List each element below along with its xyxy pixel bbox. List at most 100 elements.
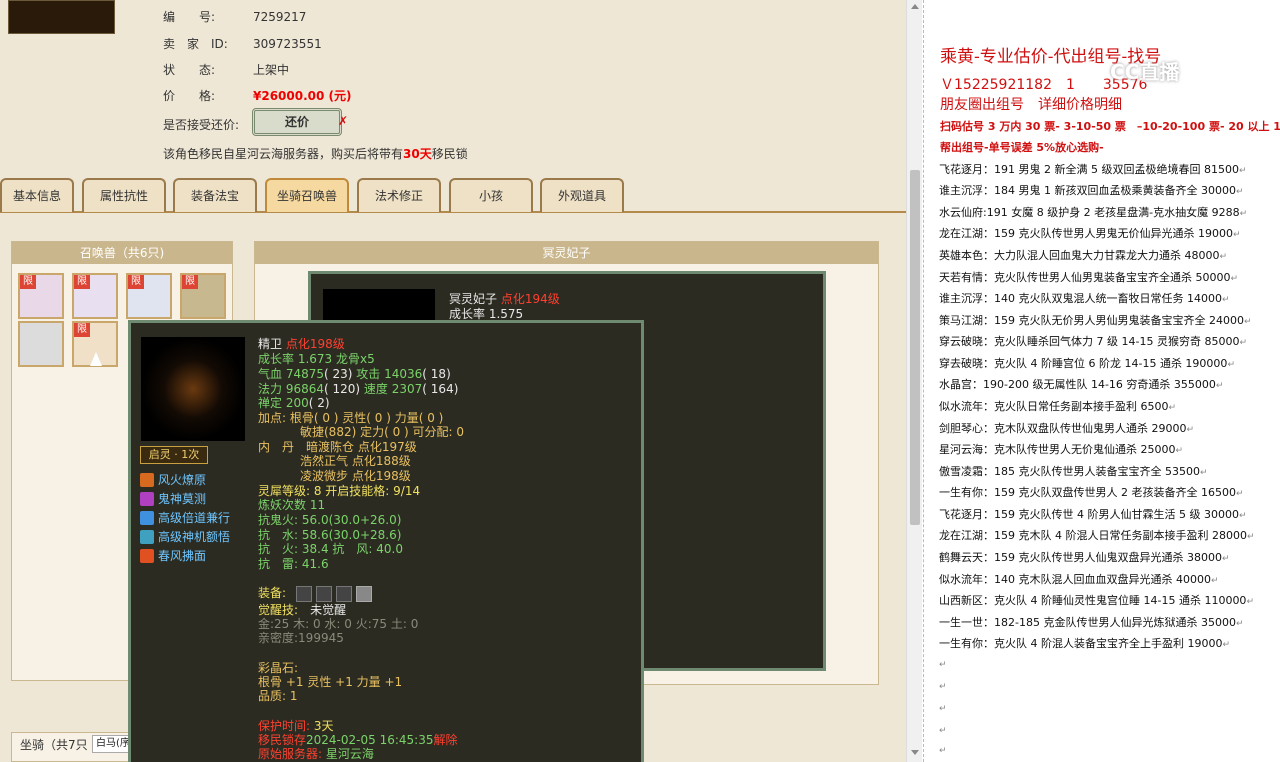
- skill-icon: [140, 491, 154, 506]
- pet-detail-title: 冥灵妃子: [255, 242, 878, 264]
- equip-slot-icon[interactable]: [356, 586, 372, 602]
- tab-mounts-pets[interactable]: 坐骑召唤兽: [265, 178, 349, 212]
- listing-id: 编 号: 7259217: [163, 10, 307, 24]
- price-line: 水晶宫：190-200 级无属性队 14-16 穷奇通杀 355000↵: [939, 378, 1224, 391]
- document-margin-line: [923, 0, 924, 762]
- pet-res-1: 抗鬼火: 56.0(30.0+26.0): [258, 513, 402, 527]
- pet-origin-server: 原始服务器: 星河云海: [258, 747, 374, 761]
- pet-slot[interactable]: 限: [18, 273, 64, 319]
- pet-portrait: [323, 289, 435, 321]
- pet-equip-slots: [296, 586, 372, 602]
- tab-attributes[interactable]: 属性抗性: [82, 178, 166, 212]
- limited-badge: 限: [128, 275, 144, 289]
- pet-slot[interactable]: 限: [180, 273, 226, 319]
- scroll-down-icon[interactable]: [911, 750, 919, 755]
- limited-badge: 限: [182, 275, 198, 289]
- stream-watermark: CC直播: [1074, 56, 1244, 90]
- pet-intimacy: 亲密度:199945: [258, 631, 344, 645]
- pet-crystal-label: 彩晶石:: [258, 661, 299, 675]
- skill-item[interactable]: 鬼神莫测: [140, 490, 206, 507]
- mounts-title: 坐骑（共7只: [20, 738, 88, 752]
- listing-price: 价 格: ¥26000.00 (元): [163, 89, 352, 103]
- migrate-notice: 该角色移民自星河云海服务器，购买后将带有30天移民锁: [163, 147, 468, 161]
- pet-growth: 成长率 1.673 龙骨x5: [258, 352, 375, 366]
- listing-status: 状 态: 上架中: [163, 63, 290, 77]
- skill-icon: [140, 529, 154, 544]
- pet-protect-time: 保护时间: 3天: [258, 719, 334, 733]
- watermark-logo-icon: [1074, 60, 1104, 87]
- pet-slot[interactable]: 限: [72, 273, 118, 319]
- empty-paragraph-mark: ↵: [939, 746, 947, 756]
- pet-def: 禅定 200( 2): [258, 396, 330, 410]
- equip-slot-icon[interactable]: [336, 586, 352, 602]
- doc-promo-2: 帮出组号-单号误差 5%放心选购-: [940, 141, 1104, 154]
- pet-res-2: 抗 水: 58.6(30.0+28.6): [258, 528, 402, 542]
- equip-slot-icon[interactable]: [296, 586, 312, 602]
- price-line: 山西新区：克火队 4 阶睡仙灵性鬼宫位睡 14-15 通杀 110000↵: [939, 594, 1254, 607]
- pet-lingxi: 灵犀等级: 8 开启技能格: 9/14: [258, 484, 421, 498]
- price-line: 似水流年：克火队日常任务副本接手盈利 6500↵: [939, 400, 1177, 413]
- pet-lianyao: 炼妖次数 11: [258, 498, 326, 512]
- tab-appearance[interactable]: 外观道具: [540, 178, 624, 212]
- tab-children[interactable]: 小孩: [449, 178, 533, 212]
- pet-res-4: 抗 雷: 41.6: [258, 557, 329, 571]
- skill-item[interactable]: 高级神机额悟: [140, 528, 230, 545]
- tab-equipment[interactable]: 装备法宝: [173, 178, 257, 212]
- pet-slot[interactable]: 限: [126, 273, 172, 319]
- pet-add-points-2: 敏捷(882) 定力( 0 ) 可分配: 0: [300, 425, 465, 439]
- limited-badge: 限: [20, 275, 36, 289]
- offer-close-icon: ✗: [338, 114, 349, 128]
- pet-neidan-2: 浩然正气 点化188级: [300, 454, 411, 468]
- limited-badge: 限: [74, 275, 90, 289]
- pet-neidan: 内 丹 暗渡陈仓 点化197级: [258, 440, 417, 454]
- empty-paragraph-mark: ↵: [939, 682, 947, 692]
- skill-icon: [140, 472, 154, 487]
- pets-panel-title: 召唤兽（共6只): [12, 242, 232, 264]
- skill-icon: [140, 548, 154, 563]
- doc-moments: 朋友圈出组号 详细价格明细: [940, 97, 1122, 113]
- skill-item[interactable]: 高级倍道兼行: [140, 509, 230, 526]
- pet-elements: 金:25 木: 0 水: 0 火:75 土: 0: [258, 617, 419, 631]
- empty-paragraph-mark: ↵: [939, 726, 947, 736]
- pet-migrate-lock: 移民锁存2024-02-05 16:45:35解除: [258, 733, 458, 747]
- pet-hp-atk: 气血 74875( 23) 攻击 14036( 18): [258, 367, 451, 381]
- skill-item[interactable]: 春风拂面: [140, 547, 206, 564]
- price-line: 龙在江湖：159 克火队传世男人男鬼无价仙异光通杀 19000↵: [939, 227, 1241, 240]
- doc-promo-1: 扫码估号 3 万内 30 票- 3-10-50 票 –10-20-100 票- …: [940, 120, 1280, 133]
- character-avatar: [8, 0, 115, 34]
- pet-res-3: 抗 火: 38.4 抗 风: 40.0: [258, 542, 403, 556]
- price-line: 星河云海：克木队传世男人无价鬼仙通杀 25000↵: [939, 443, 1184, 456]
- skill-item[interactable]: 风火燎原: [140, 471, 206, 488]
- pet-tooltip-name: 精卫 点化198级: [258, 337, 345, 351]
- pet-detail-name: 冥灵妃子 点化194级: [449, 292, 560, 306]
- seller-id: 卖 家 ID: 309723551: [163, 37, 322, 51]
- price-line: 一生有你：克火队 4 阶混人装备宝宝齐全上手盈利 19000↵: [939, 637, 1231, 650]
- price-line: 谁主沉浮：140 克火队双鬼混人统一畜牧日常任务 14000↵: [939, 292, 1230, 305]
- price-line: 英雄本色：大力队混人回血鬼大力甘霖龙大力通杀 48000↵: [939, 249, 1228, 262]
- game-trade-page: 编 号: 7259217 卖 家 ID: 309723551 状 态: 上架中 价 格…: [0, 0, 906, 762]
- scroll-up-icon[interactable]: [911, 4, 919, 9]
- limited-badge: 限: [74, 323, 90, 337]
- price-line: 穿云破晓：克火队睡杀回气体力 7 级 14-15 灵猴穷奇 85000↵: [939, 335, 1247, 348]
- detail-tabs: 基本信息 属性抗性 装备法宝 坐骑召唤兽 法术修正 小孩 外观道具: [0, 178, 906, 213]
- pet-mp-spd: 法力 96864( 120) 速度 2307( 164): [258, 382, 459, 396]
- skill-icon: [140, 510, 154, 525]
- pet-quality: 品质: 1: [258, 689, 298, 703]
- pet-slot[interactable]: [18, 321, 64, 367]
- price-line: 谁主沉浮：184 男鬼 1 新孩双回血孟极乘黄装备齐全 30000↵: [939, 184, 1244, 197]
- price-line: 龙在江湖：159 克木队 4 阶混人日常任务副本接手盈利 28000↵: [939, 529, 1255, 542]
- pet-add-points: 加点: 根骨( 0 ) 灵性( 0 ) 力量( 0 ): [258, 411, 444, 425]
- scrollbar-thumb[interactable]: [910, 170, 920, 525]
- pet-equip-label: 装备:: [258, 586, 287, 600]
- tab-spell-mods[interactable]: 法术修正: [357, 178, 441, 212]
- price-line: 鹤舞云天：159 克火队传世男人仙鬼双盘异光通杀 38000↵: [939, 551, 1230, 564]
- pet-neidan-3: 凌波微步 点化198级: [300, 469, 411, 483]
- tab-basic-info[interactable]: 基本信息: [0, 178, 74, 212]
- offer-label: 是否接受还价:: [163, 118, 240, 132]
- pet-crystal-line: 根骨 +1 灵性 +1 力量 +1: [258, 675, 403, 689]
- page-scrollbar[interactable]: [906, 0, 922, 762]
- counter-offer-button[interactable]: 还价: [252, 108, 342, 136]
- awaken-tag: 启灵 · 1次: [140, 446, 208, 464]
- empty-paragraph-mark: ↵: [939, 704, 947, 714]
- equip-slot-icon[interactable]: [316, 586, 332, 602]
